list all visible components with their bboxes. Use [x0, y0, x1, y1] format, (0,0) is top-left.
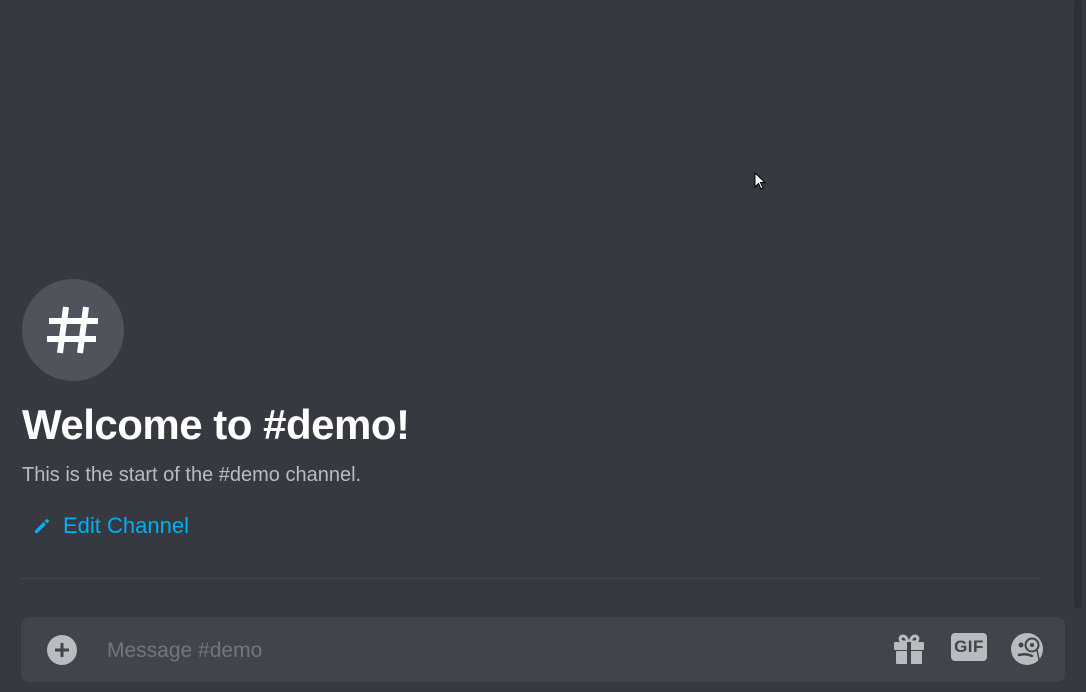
scrollbar-thumb[interactable]: [1074, 0, 1082, 608]
channel-welcome: Welcome to #demo! This is the start of t…: [22, 279, 410, 539]
edit-channel-link[interactable]: Edit Channel: [22, 513, 189, 539]
hashtag-icon: [47, 306, 98, 354]
emoji-icon[interactable]: [1009, 631, 1045, 667]
welcome-title: Welcome to #demo!: [22, 401, 410, 448]
upload-button[interactable]: [47, 635, 77, 665]
message-input[interactable]: [105, 631, 869, 671]
channel-avatar: [22, 279, 124, 381]
welcome-subtitle: This is the start of the #demo channel.: [22, 464, 362, 486]
scrollbar[interactable]: [1070, 0, 1086, 610]
chat-area: Welcome to #demo! This is the start of t…: [0, 0, 1086, 692]
message-composer: GIF: [21, 617, 1065, 682]
pencil-icon: [35, 518, 50, 533]
mouse-cursor-icon: [754, 172, 766, 190]
gif-button[interactable]: GIF: [951, 633, 987, 661]
edit-channel-label: Edit Channel: [63, 513, 189, 538]
gift-icon[interactable]: [892, 632, 926, 666]
divider: [20, 578, 1040, 579]
plus-icon: [55, 643, 69, 657]
